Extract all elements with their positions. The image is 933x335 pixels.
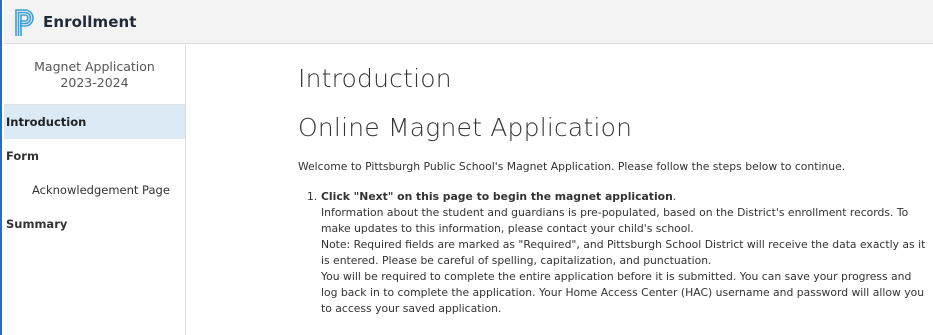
- page-title: Introduction: [298, 64, 452, 93]
- step-heading: Click "Next" on this page to begin the m…: [321, 189, 927, 205]
- sidebar-header: Magnet Application 2023-2024: [4, 45, 185, 105]
- sidebar-item-form[interactable]: Form: [4, 139, 185, 173]
- sidebar-item-introduction[interactable]: Introduction: [4, 105, 185, 139]
- sidebar-item-label: Form: [6, 149, 39, 163]
- list-item: 1. Click "Next" on this page to begin th…: [307, 189, 933, 317]
- welcome-text: Welcome to Pittsburgh Public School's Ma…: [298, 160, 846, 173]
- powerschool-logo-icon: [15, 8, 34, 36]
- step-line: You will be required to complete the ent…: [321, 270, 925, 315]
- sidebar-item-label: Summary: [6, 217, 68, 231]
- main-content: Introduction Online Magnet Application W…: [186, 45, 933, 335]
- page-subtitle: Online Magnet Application: [298, 113, 633, 142]
- sidebar-item-label: Introduction: [6, 115, 87, 129]
- top-bar: Enrollment: [4, 0, 933, 44]
- sidebar-item-acknowledgement-page[interactable]: Acknowledgement Page: [4, 173, 185, 207]
- step-heading-bold: Click "Next" on this page to begin the m…: [321, 190, 673, 203]
- step-body: Click "Next" on this page to begin the m…: [321, 189, 933, 317]
- sidebar-item-label: Acknowledgement Page: [32, 183, 170, 197]
- app-title: Enrollment: [43, 12, 137, 31]
- step-line: Information about the student and guardi…: [321, 206, 909, 235]
- app-frame: Enrollment Magnet Application 2023-2024 …: [0, 0, 933, 335]
- step-heading-tail: .: [672, 190, 677, 203]
- sidebar-item-summary[interactable]: Summary: [4, 207, 185, 241]
- step-line: Note: Required fields are marked as "Req…: [321, 238, 926, 267]
- sidebar: Magnet Application 2023-2024 Introductio…: [4, 45, 186, 335]
- step-number: 1.: [307, 190, 318, 203]
- steps-list: 1. Click "Next" on this page to begin th…: [298, 189, 933, 317]
